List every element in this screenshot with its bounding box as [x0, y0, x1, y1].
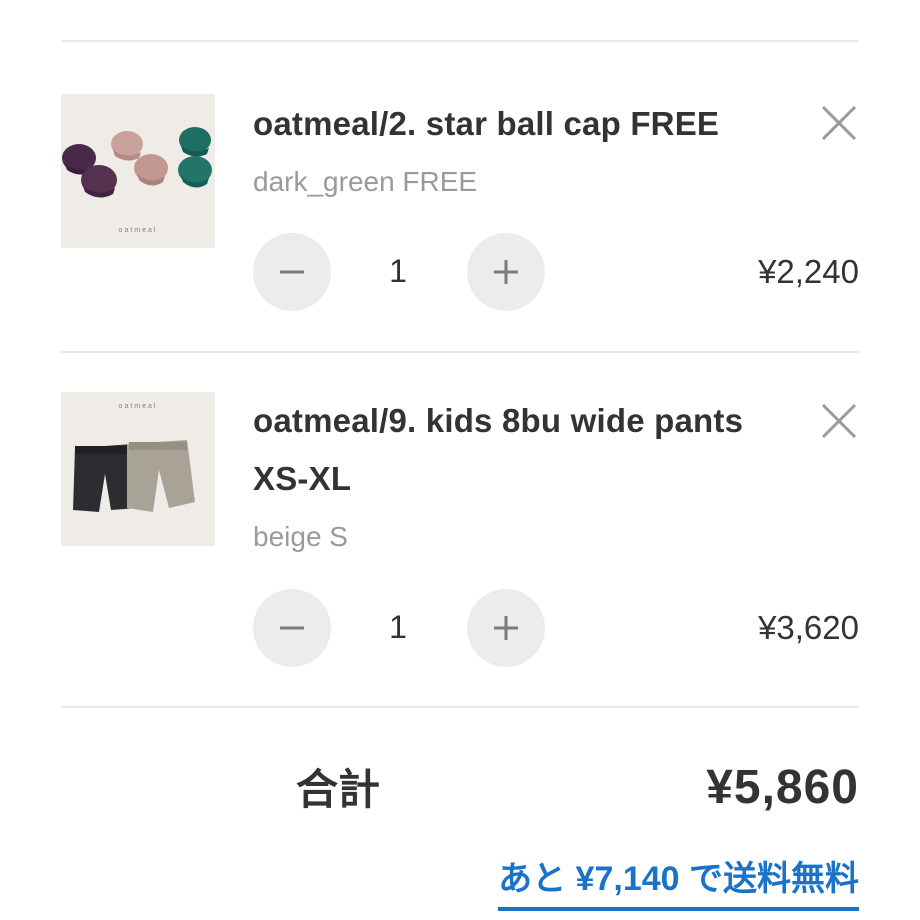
remove-item-button[interactable]	[819, 103, 859, 143]
product-title-line: XS-XL	[253, 460, 352, 497]
decrement-quantity-button[interactable]	[253, 589, 331, 667]
product-title-line: oatmeal/9. kids 8bu wide pants	[253, 402, 744, 439]
product-variant: dark_green FREE	[253, 166, 478, 197]
plus-icon	[494, 616, 518, 640]
item-price: ¥2,240	[758, 253, 859, 290]
decrement-quantity-button[interactable]	[253, 233, 331, 311]
minus-icon	[280, 626, 304, 630]
close-icon	[821, 105, 857, 141]
plus-icon	[494, 260, 518, 284]
image-brand-text: oatmeal	[119, 227, 158, 234]
total-value: ¥5,860	[706, 761, 859, 814]
cart-page: oatmeal oatmeal/2. star ball cap FREE da…	[0, 0, 920, 920]
product-title[interactable]: oatmeal/2. star ball cap FREE	[253, 95, 773, 153]
product-title[interactable]: oatmeal/9. kids 8bu wide pants XS-XL	[253, 392, 773, 508]
divider	[61, 351, 859, 353]
divider	[61, 40, 859, 42]
quantity-value: 1	[389, 609, 407, 645]
product-image-pants[interactable]: oatmeal	[61, 392, 215, 546]
product-variant: beige S	[253, 521, 348, 552]
increment-quantity-button[interactable]	[467, 589, 545, 667]
product-image-caps[interactable]: oatmeal	[61, 94, 215, 248]
image-brand-text: oatmeal	[119, 403, 158, 410]
close-icon	[821, 403, 857, 439]
divider	[61, 706, 859, 708]
item-price: ¥3,620	[758, 609, 859, 646]
remove-item-button[interactable]	[819, 401, 859, 441]
free-shipping-note-link[interactable]: あと ¥7,140 で送料無料	[498, 853, 859, 911]
quantity-value: 1	[389, 253, 407, 289]
total-label: 合計	[296, 766, 381, 813]
increment-quantity-button[interactable]	[467, 233, 545, 311]
minus-icon	[280, 270, 304, 274]
